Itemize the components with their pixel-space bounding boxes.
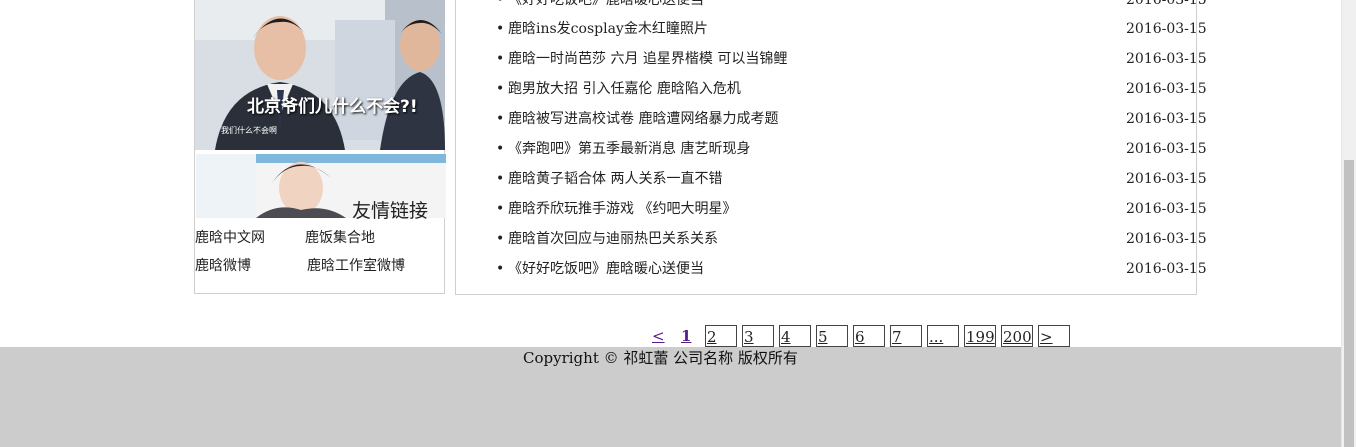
news-date: 2016-03-15 — [1126, 141, 1207, 157]
news-date: 2016-03-15 — [1126, 231, 1207, 247]
page-link[interactable]: 5 — [816, 325, 848, 347]
news-title-link[interactable]: 鹿晗乔欣玩推手游戏 《约吧大明星》 — [508, 194, 736, 224]
list-item: • 《好好吃饭吧》鹿晗暖心送便当 2016-03-15 — [496, 0, 1207, 15]
next-page-button[interactable]: > — [1038, 325, 1070, 347]
page-current[interactable]: 1 — [681, 325, 691, 347]
bullet-icon: • — [496, 81, 505, 97]
news-title-link[interactable]: 《奔跑吧》第五季最新消息 唐艺昕现身 — [508, 134, 750, 164]
news-title-link[interactable]: 鹿晗一时尚芭莎 六月 追星界楷模 可以当锦鲤 — [508, 44, 787, 74]
pagination: < 1 2 3 4 5 6 7 ... 199 200 > — [0, 325, 1341, 347]
friend-link[interactable]: 鹿饭集合地 — [305, 227, 375, 247]
news-date: 2016-03-15 — [1126, 171, 1207, 187]
news-date: 2016-03-15 — [1126, 0, 1207, 8]
bullet-icon: • — [496, 261, 505, 277]
list-item: • 鹿晗一时尚芭莎 六月 追星界楷模 可以当锦鲤 2016-03-15 — [496, 44, 1207, 74]
page-link[interactable]: 4 — [779, 325, 811, 347]
page-link[interactable]: 200 — [1001, 325, 1033, 347]
list-item: • 鹿晗被写进高校试卷 鹿晗遭网络暴力成考题 2016-03-15 — [496, 104, 1207, 134]
news-title-link[interactable]: 《好好吃饭吧》鹿晗暖心送便当 — [508, 0, 704, 15]
news-date: 2016-03-15 — [1126, 81, 1207, 97]
list-item: • 《好好吃饭吧》鹿晗暖心送便当 2016-03-15 — [496, 254, 1207, 284]
news-title-link[interactable]: 《好好吃饭吧》鹿晗暖心送便当 — [508, 254, 704, 284]
bullet-icon: • — [496, 231, 505, 247]
footer: Copyright © 祁虹蕾 公司名称 版权所有 — [0, 347, 1341, 447]
scrollbar-thumb[interactable] — [1344, 160, 1354, 447]
news-title-link[interactable]: 鹿晗被写进高校试卷 鹿晗遭网络暴力成考题 — [508, 104, 778, 134]
copyright-text: Copyright © 祁虹蕾 公司名称 版权所有 — [523, 349, 798, 367]
news-title-link[interactable]: 鹿晗ins发cosplay金木红瞳照片 — [508, 14, 708, 44]
list-item: • 鹿晗首次回应与迪丽热巴关系关系 2016-03-15 — [496, 224, 1207, 254]
photo-caption-main: 北京爷们儿什么不会?! — [247, 97, 418, 117]
page-link[interactable]: 3 — [742, 325, 774, 347]
page-link[interactable]: 2 — [705, 325, 737, 347]
vertical-scrollbar[interactable] — [1341, 0, 1356, 447]
bullet-icon: • — [496, 141, 505, 157]
friend-link[interactable]: 鹿晗工作室微博 — [307, 255, 405, 275]
bullet-icon: • — [496, 21, 505, 37]
bullet-icon: • — [496, 171, 505, 187]
page-link[interactable]: 199 — [964, 325, 996, 347]
friend-link[interactable]: 鹿晗微博 — [195, 255, 251, 275]
news-title-link[interactable]: 鹿晗首次回应与迪丽热巴关系关系 — [508, 224, 718, 254]
list-item: • 《奔跑吧》第五季最新消息 唐艺昕现身 2016-03-15 — [496, 134, 1207, 164]
list-item: • 鹿晗黄子韬合体 两人关系一直不错 2016-03-15 — [496, 164, 1207, 194]
news-list-panel: • 《好好吃饭吧》鹿晗暖心送便当 2016-03-15 • 鹿晗ins发cosp… — [455, 0, 1207, 295]
page-link[interactable]: 6 — [853, 325, 885, 347]
featured-photo[interactable]: 北京爷们儿什么不会?! 我们什么不会啊 — [195, 0, 445, 150]
list-item: • 跑男放大招 引入任嘉伦 鹿晗陷入危机 2016-03-15 — [496, 74, 1207, 104]
prev-page-button[interactable]: < — [652, 325, 665, 347]
friend-links-title: 友情链接 — [352, 200, 429, 222]
news-title-link[interactable]: 鹿晗黄子韬合体 两人关系一直不错 — [508, 164, 722, 194]
page-link[interactable]: 7 — [890, 325, 922, 347]
bullet-icon: • — [496, 51, 505, 67]
left-sidebar: 北京爷们儿什么不会?! 我们什么不会啊 — [194, 0, 446, 294]
news-date: 2016-03-15 — [1126, 261, 1207, 277]
news-title-link[interactable]: 跑男放大招 引入任嘉伦 鹿晗陷入危机 — [508, 74, 741, 104]
friend-link[interactable]: 鹿晗中文网 — [195, 227, 265, 247]
news-date: 2016-03-15 — [1126, 201, 1207, 217]
bullet-icon: • — [496, 111, 505, 127]
news-date: 2016-03-15 — [1126, 51, 1207, 67]
list-item: • 鹿晗乔欣玩推手游戏 《约吧大明星》 2016-03-15 — [496, 194, 1207, 224]
bullet-icon: • — [496, 0, 505, 8]
news-date: 2016-03-15 — [1126, 111, 1207, 127]
bullet-icon: • — [496, 201, 505, 217]
page-ellipsis[interactable]: ... — [927, 325, 959, 347]
news-date: 2016-03-15 — [1126, 21, 1207, 37]
photo-caption-small: 我们什么不会啊 — [221, 126, 277, 135]
list-item: • 鹿晗ins发cosplay金木红瞳照片 2016-03-15 — [496, 14, 1207, 44]
